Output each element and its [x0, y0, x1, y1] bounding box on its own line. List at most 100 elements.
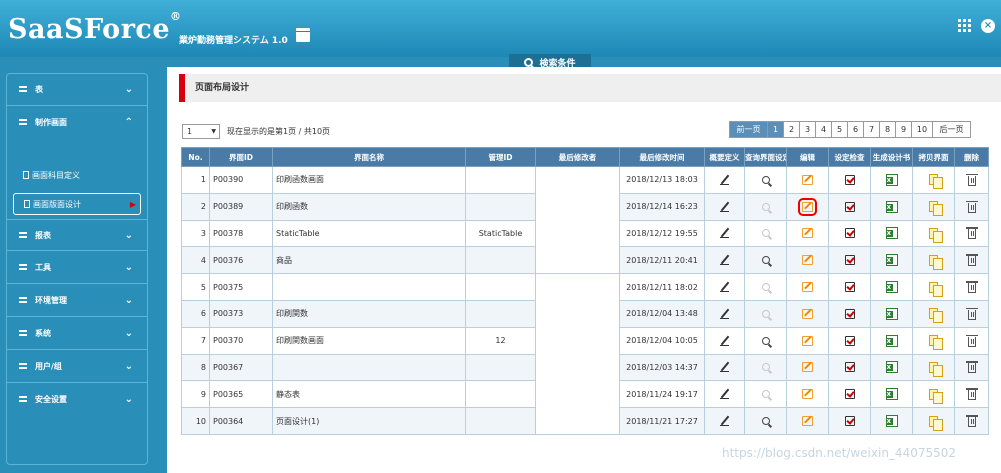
copy-screen-cell[interactable] [912, 273, 955, 301]
edit-cell[interactable] [786, 299, 829, 328]
copy-icon[interactable] [929, 227, 943, 243]
page-button[interactable]: 8 [879, 121, 896, 138]
sidebar-item-environment[interactable]: 环境管理 ⌄ [7, 285, 147, 317]
sidebar-subitem-screen-layout-design[interactable]: 画面版面设计 ▶ [13, 193, 141, 215]
page-button[interactable]: 4 [815, 121, 832, 138]
excel-icon[interactable] [885, 281, 898, 294]
delete-cell[interactable] [954, 299, 989, 328]
edit-icon[interactable] [802, 174, 813, 185]
query-setting-cell[interactable] [744, 166, 787, 194]
check-icon[interactable] [844, 335, 855, 346]
sidebar-item-table[interactable]: 表 ⌄ [7, 74, 147, 106]
trash-icon[interactable] [965, 254, 978, 267]
edit-cell[interactable] [786, 219, 829, 248]
copy-icon[interactable] [929, 201, 943, 217]
copy-screen-cell[interactable] [912, 219, 955, 248]
pencil-icon[interactable] [719, 228, 730, 239]
column-header[interactable]: 管理ID [465, 147, 536, 167]
sidebar-item-system[interactable]: 系统 ⌄ [7, 318, 147, 350]
column-header[interactable]: 界面ID [209, 147, 273, 167]
page-button[interactable]: 7 [863, 121, 880, 138]
trash-icon[interactable] [965, 281, 978, 294]
edit-icon[interactable] [802, 389, 813, 400]
excel-icon[interactable] [885, 388, 898, 401]
generate-doc-cell[interactable] [870, 353, 913, 382]
prev-page-button[interactable]: 前一页 [729, 121, 768, 138]
generate-doc-cell[interactable] [870, 273, 913, 301]
copy-screen-cell[interactable] [912, 166, 955, 194]
setting-check-cell[interactable] [828, 407, 871, 435]
excel-icon[interactable] [885, 227, 898, 240]
setting-check-cell[interactable] [828, 380, 871, 409]
pencil-icon[interactable] [719, 309, 730, 319]
setting-check-cell[interactable] [828, 326, 871, 355]
check-icon[interactable] [844, 228, 855, 239]
generate-doc-cell[interactable] [870, 326, 913, 355]
pencil-icon[interactable] [719, 255, 730, 266]
delete-cell[interactable] [954, 246, 989, 275]
copy-icon[interactable] [929, 335, 943, 351]
pencil-icon[interactable] [719, 202, 730, 212]
edit-icon[interactable] [802, 335, 813, 346]
pencil-icon[interactable] [719, 282, 730, 293]
trash-icon[interactable] [965, 415, 978, 428]
setting-check-cell[interactable] [828, 219, 871, 248]
edit-cell[interactable] [786, 380, 829, 409]
edit-icon[interactable] [802, 308, 813, 319]
excel-icon[interactable] [885, 334, 898, 347]
sidebar-item-users-groups[interactable]: 用户/组 ⌄ [7, 351, 147, 383]
delete-cell[interactable] [954, 326, 989, 355]
search-icon[interactable] [761, 336, 770, 345]
trash-icon[interactable] [965, 388, 978, 401]
trash-icon[interactable] [965, 361, 978, 374]
query-setting-cell[interactable] [744, 407, 787, 435]
overview-def-cell[interactable] [704, 246, 745, 275]
setting-check-cell[interactable] [828, 299, 871, 328]
check-icon[interactable] [844, 308, 855, 319]
check-icon[interactable] [844, 174, 855, 185]
setting-check-cell[interactable] [828, 273, 871, 301]
setting-check-cell[interactable] [828, 192, 871, 221]
edit-cell[interactable] [786, 273, 829, 301]
check-icon[interactable] [844, 416, 855, 427]
overview-def-cell[interactable] [704, 380, 745, 409]
generate-doc-cell[interactable] [870, 407, 913, 435]
delete-cell[interactable] [954, 380, 989, 409]
generate-doc-cell[interactable] [870, 219, 913, 248]
overview-def-cell[interactable] [704, 299, 745, 328]
generate-doc-cell[interactable] [870, 246, 913, 275]
trash-icon[interactable] [965, 307, 978, 320]
delete-cell[interactable] [954, 166, 989, 194]
column-header[interactable]: 界面名称 [272, 147, 466, 167]
apps-icon[interactable] [958, 19, 971, 32]
page-button[interactable]: 10 [911, 121, 933, 138]
query-setting-cell[interactable] [744, 246, 787, 275]
excel-icon[interactable] [885, 173, 898, 186]
copy-screen-cell[interactable] [912, 380, 955, 409]
overview-def-cell[interactable] [704, 407, 745, 435]
copy-icon[interactable] [929, 174, 943, 190]
edit-icon[interactable] [802, 282, 813, 293]
edit-cell[interactable] [786, 326, 829, 355]
delete-cell[interactable] [954, 273, 989, 301]
column-header[interactable]: 最后修改时间 [619, 147, 705, 167]
edit-icon[interactable] [802, 255, 813, 266]
search-icon[interactable] [761, 175, 770, 184]
edit-icon[interactable] [802, 416, 813, 427]
delete-cell[interactable] [954, 353, 989, 382]
overview-def-cell[interactable] [704, 273, 745, 301]
edit-icon[interactable] [798, 197, 817, 216]
search-icon[interactable] [761, 417, 770, 426]
query-setting-cell[interactable] [744, 326, 787, 355]
sidebar-subitem-screen-field-def[interactable]: 画面科目定义 [13, 165, 141, 187]
trash-icon[interactable] [965, 227, 978, 240]
next-page-button[interactable]: 后一页 [932, 121, 971, 138]
close-icon[interactable]: × [981, 19, 995, 33]
page-button[interactable]: 6 [847, 121, 864, 138]
page-button[interactable]: 2 [783, 121, 800, 138]
edit-cell[interactable] [786, 166, 829, 194]
overview-def-cell[interactable] [704, 166, 745, 194]
check-icon[interactable] [844, 282, 855, 293]
edit-cell[interactable] [786, 246, 829, 275]
page-button[interactable]: 9 [895, 121, 912, 138]
